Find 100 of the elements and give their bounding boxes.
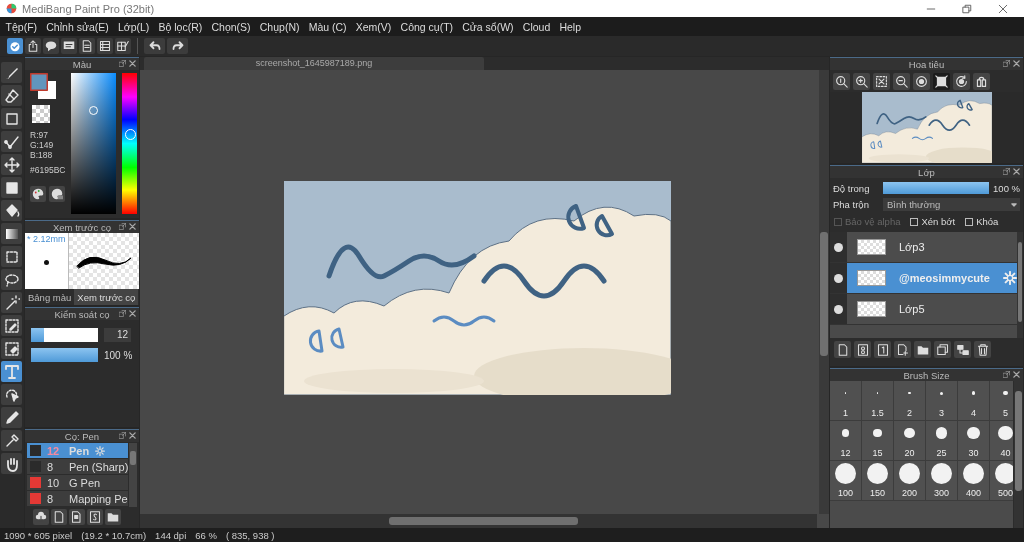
toolbar-button[interactable]: [833, 73, 850, 90]
brush-size-cell[interactable]: 15: [862, 421, 894, 461]
menu-item[interactable]: Lớp(L): [113, 20, 154, 33]
toolbar-button[interactable]: [834, 341, 851, 358]
menu-item[interactable]: Help: [554, 20, 586, 33]
visibility-toggle[interactable]: [834, 273, 843, 283]
close-icon[interactable]: [129, 223, 136, 230]
saturation-field[interactable]: [71, 73, 116, 214]
brush-size-cell[interactable]: 100: [830, 461, 862, 501]
scroll-thumb[interactable]: [820, 232, 828, 356]
tool-button[interactable]: [1, 200, 22, 221]
tool-button[interactable]: [1, 269, 22, 290]
toolbar-button[interactable]: [97, 38, 113, 54]
scrollbar[interactable]: [129, 443, 137, 507]
color-swatch-drawing[interactable]: [30, 73, 56, 99]
brush-size-cell[interactable]: 12: [830, 421, 862, 461]
toolbar-button[interactable]: [51, 509, 67, 525]
brush-size-cell[interactable]: 500: [990, 461, 1014, 501]
toolbar-button[interactable]: [914, 341, 931, 358]
toolbar-button[interactable]: [873, 73, 890, 90]
toolbar-button[interactable]: [854, 341, 871, 358]
blend-mode-dropdown[interactable]: Bình thường: [883, 198, 1020, 211]
float-icon[interactable]: [119, 223, 126, 230]
float-icon[interactable]: [119, 60, 126, 67]
brush-size-cell[interactable]: 200: [894, 461, 926, 501]
brush-size-cell[interactable]: 30: [958, 421, 990, 461]
toolbar-button[interactable]: [69, 509, 85, 525]
close-icon[interactable]: [129, 310, 136, 317]
brush-size-cell[interactable]: 5: [990, 381, 1014, 421]
float-icon[interactable]: [119, 310, 126, 317]
float-icon[interactable]: [119, 432, 126, 439]
toolbar-button[interactable]: [49, 186, 65, 202]
size-input[interactable]: 12: [104, 328, 131, 342]
layer-row[interactable]: Lớp3: [830, 232, 1017, 263]
layer-row[interactable]: Lớp5: [830, 294, 1017, 325]
menu-item[interactable]: Cloud: [518, 20, 555, 33]
toolbar-button[interactable]: [933, 73, 950, 90]
close-icon[interactable]: [1013, 371, 1020, 378]
menu-item[interactable]: Chụp(N): [255, 20, 305, 33]
brush-size-cell[interactable]: 300: [926, 461, 958, 501]
scroll-thumb[interactable]: [1015, 391, 1022, 491]
tool-button[interactable]: [1, 407, 22, 428]
transparent-swatch[interactable]: [32, 105, 50, 123]
toolbar-button[interactable]: [105, 509, 121, 525]
brush-size-cell[interactable]: 2: [894, 381, 926, 421]
visibility-toggle[interactable]: [834, 304, 843, 314]
brush-size-cell[interactable]: 20: [894, 421, 926, 461]
scrollbar[interactable]: [819, 70, 829, 514]
toolbar-button[interactable]: [934, 341, 951, 358]
float-icon[interactable]: [1003, 371, 1010, 378]
menu-item[interactable]: Cửa sổ(W): [457, 20, 519, 33]
tool-button[interactable]: [1, 108, 22, 129]
tool-button[interactable]: [1, 338, 22, 359]
menu-item[interactable]: Xem(V): [351, 20, 396, 33]
menu-item[interactable]: Bộ lọc(R): [153, 20, 207, 33]
panel-tab[interactable]: Xem trước cọ: [74, 289, 139, 305]
size-slider[interactable]: [31, 328, 98, 342]
toolbar-button[interactable]: [167, 38, 188, 54]
toolbar-button[interactable]: [79, 38, 95, 54]
brush-size-cell[interactable]: 400: [958, 461, 990, 501]
scrollbar[interactable]: [140, 514, 817, 528]
toolbar-button[interactable]: [25, 38, 41, 54]
toolbar-button[interactable]: [43, 38, 59, 54]
menu-item[interactable]: Công cụ(T): [395, 20, 458, 33]
close-icon[interactable]: [1013, 60, 1020, 67]
scroll-thumb[interactable]: [1017, 242, 1022, 322]
checkbox[interactable]: [910, 217, 919, 226]
brush-size-cell[interactable]: 40: [990, 421, 1014, 461]
brush-size-cell[interactable]: 4: [958, 381, 990, 421]
tool-button[interactable]: [1, 292, 22, 313]
toolbar-button[interactable]: [974, 341, 991, 358]
close-icon[interactable]: [129, 60, 136, 67]
tool-button[interactable]: [1, 85, 22, 106]
gear-icon[interactable]: [1002, 271, 1017, 285]
scroll-thumb[interactable]: [389, 517, 578, 525]
toolbar-button[interactable]: [33, 509, 49, 525]
restore-icon[interactable]: [962, 3, 972, 14]
brush-item[interactable]: 8 Pen (Sharp): [27, 459, 129, 475]
scrollbar[interactable]: [1016, 232, 1023, 338]
close-icon[interactable]: [1013, 168, 1020, 175]
scrollbar[interactable]: [1014, 381, 1023, 528]
tool-button[interactable]: [1, 384, 22, 405]
float-icon[interactable]: [1003, 168, 1010, 175]
menu-item[interactable]: Màu (C): [304, 20, 352, 33]
close-icon[interactable]: [129, 432, 136, 439]
float-icon[interactable]: [1003, 60, 1010, 67]
brush-size-cell[interactable]: 150: [862, 461, 894, 501]
brush-item[interactable]: 8 Mapping Pe: [27, 491, 129, 507]
opacity-slider[interactable]: [883, 182, 990, 194]
scroll-thumb[interactable]: [130, 451, 136, 465]
toolbar-button[interactable]: [61, 38, 77, 54]
tool-button[interactable]: [1, 453, 22, 474]
toolbar-button[interactable]: [953, 73, 970, 90]
toolbar-button[interactable]: [893, 73, 910, 90]
toolbar-button[interactable]: [87, 509, 103, 525]
toolbar-button[interactable]: [894, 341, 911, 358]
toolbar-button[interactable]: [853, 73, 870, 90]
menu-item[interactable]: Chỉnh sửa(E): [41, 20, 114, 33]
tool-button[interactable]: [1, 177, 22, 198]
toolbar-button[interactable]: [144, 38, 165, 54]
